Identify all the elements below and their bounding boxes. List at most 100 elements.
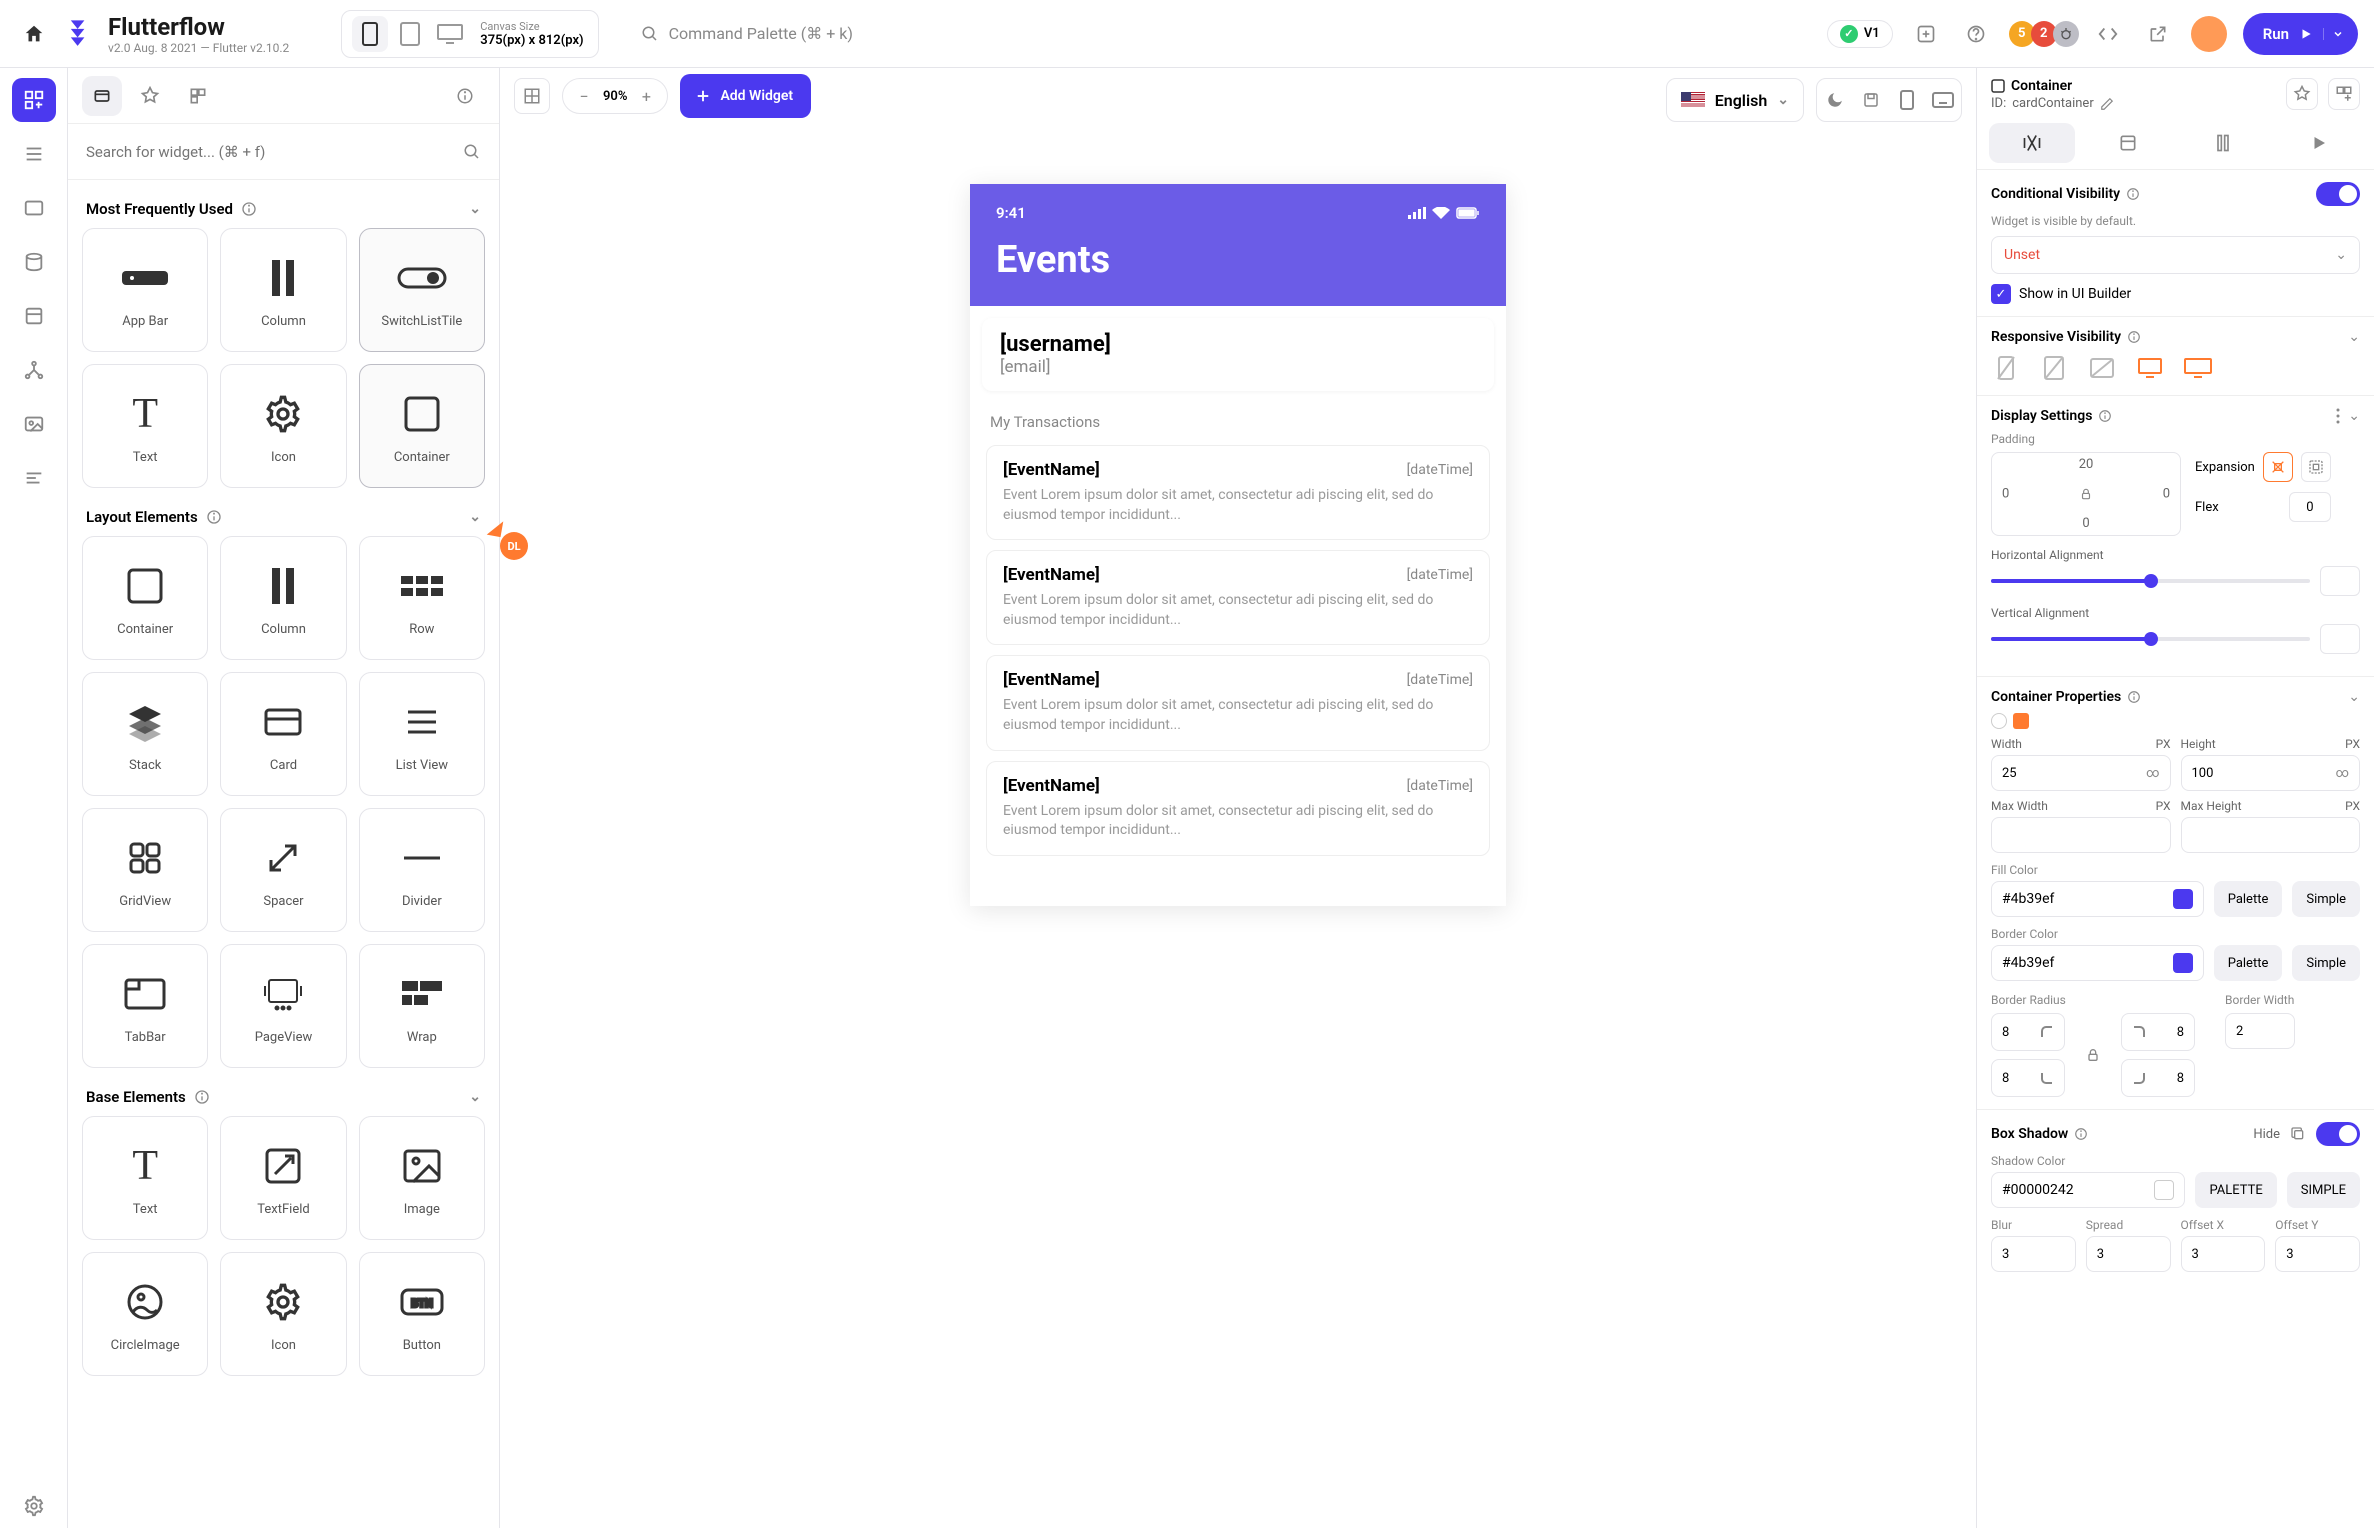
keyboard-button[interactable]	[1925, 82, 1961, 118]
widget-divider[interactable]: Divider	[359, 808, 485, 932]
resp-desktop-large-on[interactable]	[2183, 353, 2213, 383]
radius-tr-input[interactable]: 8	[2121, 1013, 2195, 1051]
widget-container[interactable]: Container	[359, 364, 485, 488]
h-align-slider[interactable]	[1991, 579, 2310, 583]
border-color-input[interactable]: #4b39ef	[1991, 945, 2204, 981]
widget-icon-2[interactable]: Icon	[220, 1252, 346, 1376]
border-simple-button[interactable]: Simple	[2292, 945, 2360, 981]
open-external-button[interactable]	[2141, 17, 2175, 51]
radius-br-input[interactable]: 8	[2121, 1059, 2195, 1097]
language-selector[interactable]: English ⌄	[1666, 78, 1804, 122]
v-align-slider[interactable]	[1991, 637, 2310, 641]
preview-phone-button[interactable]	[1889, 82, 1925, 118]
dark-mode-toggle[interactable]	[1817, 82, 1853, 118]
expansion-off-button[interactable]	[2263, 452, 2293, 482]
device-desktop-button[interactable]	[432, 16, 468, 52]
widget-card[interactable]: Card	[220, 672, 346, 796]
shadow-toggle[interactable]	[2316, 1122, 2360, 1146]
flex-input[interactable]	[2289, 492, 2331, 522]
widget-circleimage[interactable]: CircleImage	[82, 1252, 208, 1376]
blur-input[interactable]: 3	[1991, 1236, 2076, 1272]
widget-text-2[interactable]: TText	[82, 1116, 208, 1240]
widget-listview[interactable]: List View	[359, 672, 485, 796]
more-icon[interactable]	[2336, 408, 2340, 424]
chevron-down-icon[interactable]: ⌄	[2348, 329, 2360, 345]
rail-tree[interactable]	[12, 132, 56, 176]
widget-image[interactable]: Image	[359, 1116, 485, 1240]
event-card[interactable]: [EventName][dateTime]Event Lorem ipsum d…	[986, 761, 1490, 856]
expansion-on-button[interactable]	[2301, 452, 2331, 482]
border-palette-button[interactable]: Palette	[2214, 945, 2283, 981]
tab-backend[interactable]	[2181, 123, 2267, 163]
device-tablet-button[interactable]	[392, 16, 428, 52]
resp-desktop-small-on[interactable]	[2135, 353, 2165, 383]
theme-button[interactable]	[2286, 78, 2318, 110]
widget-stack[interactable]: Stack	[82, 672, 208, 796]
fill-palette-button[interactable]: Palette	[2214, 881, 2283, 917]
palette-search[interactable]	[68, 124, 499, 180]
offset-x-input[interactable]: 3	[2181, 1236, 2266, 1272]
run-button[interactable]: Run	[2243, 13, 2358, 55]
rail-firestore[interactable]	[12, 240, 56, 284]
event-card[interactable]: [EventName][dateTime]Event Lorem ipsum d…	[986, 655, 1490, 750]
plus-button[interactable]	[1909, 17, 1943, 51]
height-input[interactable]: 100∞	[2181, 755, 2361, 791]
widget-wrap[interactable]: Wrap	[359, 944, 485, 1068]
palette-info-button[interactable]	[445, 76, 485, 116]
run-caret-icon[interactable]	[2323, 28, 2344, 40]
phone-preview[interactable]: 9:41 Events [username] [email] My Transa…	[970, 184, 1506, 906]
rail-storyboard[interactable]	[12, 186, 56, 230]
widget-column[interactable]: Column	[220, 228, 346, 352]
add-widget-button[interactable]: Add Widget	[680, 74, 811, 118]
issue-badges[interactable]: 5 2	[2009, 21, 2075, 47]
widget-icon[interactable]: Icon	[220, 364, 346, 488]
chevron-down-icon[interactable]: ⌄	[2348, 408, 2360, 424]
widget-gridview[interactable]: GridView	[82, 808, 208, 932]
radius-bl-input[interactable]: 8	[1991, 1059, 2065, 1097]
max-height-input[interactable]	[2181, 817, 2361, 853]
tab-animations[interactable]	[2276, 123, 2362, 163]
tab-properties[interactable]	[1989, 123, 2075, 163]
rail-appstate[interactable]	[12, 294, 56, 338]
rail-settings[interactable]	[12, 1484, 56, 1528]
palette-tab-theme[interactable]	[130, 76, 170, 116]
lock-icon[interactable]	[2079, 487, 2093, 501]
radius-tl-input[interactable]: 8	[1991, 1013, 2065, 1051]
offset-y-input[interactable]: 3	[2275, 1236, 2360, 1272]
user-card[interactable]: [username] [email]	[982, 318, 1494, 391]
palette-tab-components[interactable]	[178, 76, 218, 116]
palette-search-input[interactable]	[86, 143, 453, 161]
section-mfu-header[interactable]: Most Frequently Used ⌄	[82, 190, 485, 228]
rail-api[interactable]	[12, 348, 56, 392]
code-button[interactable]	[2091, 17, 2125, 51]
widget-column-2[interactable]: Column	[220, 536, 346, 660]
fill-color-input[interactable]: #4b39ef	[1991, 881, 2204, 917]
canvas-grid-toggle[interactable]	[514, 78, 550, 114]
h-align-value[interactable]	[2320, 566, 2360, 596]
avatar[interactable]	[2191, 16, 2227, 52]
save-template-button[interactable]	[1853, 82, 1889, 118]
shadow-copy-icon[interactable]	[2290, 1126, 2306, 1142]
shadow-simple-button[interactable]: SIMPLE	[2287, 1172, 2360, 1208]
widget-textfield[interactable]: TextField	[220, 1116, 346, 1240]
edit-icon[interactable]	[2100, 97, 2114, 111]
resp-tablet-landscape-off[interactable]	[2087, 353, 2117, 383]
shadow-palette-button[interactable]: PALETTE	[2195, 1172, 2276, 1208]
rail-custom[interactable]	[12, 456, 56, 500]
spread-input[interactable]: 3	[2086, 1236, 2171, 1272]
width-input[interactable]: 25∞	[1991, 755, 2171, 791]
palette-tab-widgets[interactable]	[82, 76, 122, 116]
tab-actions[interactable]	[2085, 123, 2171, 163]
section-base-header[interactable]: Base Elements ⌄	[82, 1078, 485, 1116]
version-pill[interactable]: ✓ V1	[1827, 20, 1893, 48]
widget-text[interactable]: TText	[82, 364, 208, 488]
shape-rect-toggle[interactable]	[2013, 713, 2029, 729]
resp-phone-off[interactable]	[1991, 353, 2021, 383]
fill-simple-button[interactable]: Simple	[2292, 881, 2360, 917]
max-width-input[interactable]	[1991, 817, 2171, 853]
rail-media[interactable]	[12, 402, 56, 446]
command-palette[interactable]: Command Palette (⌘ + k)	[641, 24, 1815, 43]
shape-circle-toggle[interactable]	[1991, 713, 2007, 729]
zoom-out-button[interactable]: −	[573, 85, 595, 107]
help-button[interactable]	[1959, 17, 1993, 51]
